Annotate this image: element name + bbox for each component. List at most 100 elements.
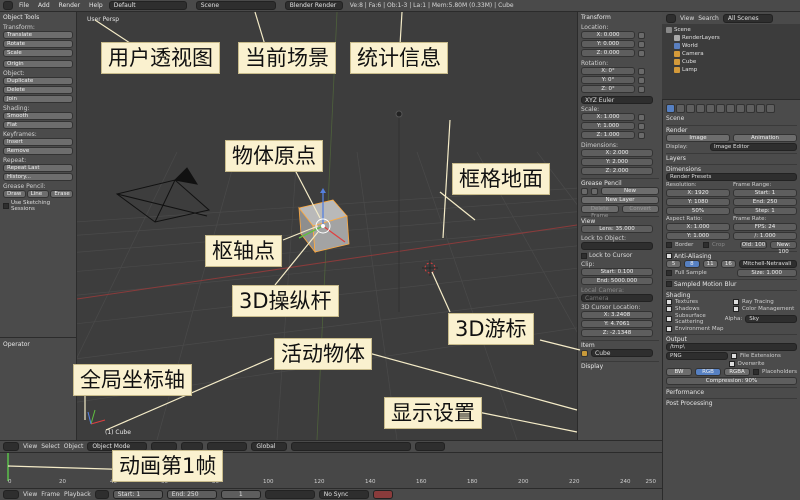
overwrite-checkbox[interactable] xyxy=(728,361,735,367)
remove-keyframe-button[interactable]: Remove xyxy=(3,147,73,155)
render-image-button[interactable]: Image xyxy=(666,134,730,142)
clip-start-field[interactable]: Start: 0.100 xyxy=(581,268,653,276)
pencil-icon[interactable] xyxy=(581,187,588,195)
scale-y-field[interactable]: Y: 1.000 xyxy=(581,122,635,130)
physics-tab-icon[interactable] xyxy=(766,103,775,113)
lock-cursor-checkbox[interactable] xyxy=(581,252,587,259)
time-old-field[interactable]: Old: 100 xyxy=(740,241,767,249)
frame-start-field[interactable]: Start: 1 xyxy=(733,189,797,197)
full-sample-checkbox[interactable] xyxy=(666,270,672,276)
dimension-y-field[interactable]: Y: 2.000 xyxy=(581,158,653,166)
outliner-item-lamp[interactable]: Lamp xyxy=(666,66,796,74)
dimensions-header[interactable]: Dimensions xyxy=(666,164,797,173)
lock-icon[interactable] xyxy=(638,132,645,139)
outliner-item-cube[interactable]: Cube xyxy=(666,58,796,66)
shading-header[interactable]: Shading xyxy=(666,290,797,299)
aspect-x-field[interactable]: X: 1.000 xyxy=(666,223,730,231)
cursor-x-field[interactable]: X: 3.2408 xyxy=(581,311,653,319)
outliner-search-menu[interactable]: Search xyxy=(698,15,719,22)
erase-button[interactable]: Erase xyxy=(50,190,74,198)
ray-tracing-checkbox[interactable] xyxy=(733,299,739,305)
screen-layout-select[interactable]: Default xyxy=(108,1,187,10)
rotation-mode-select[interactable]: XYZ Euler xyxy=(581,96,653,104)
timeline-menu-playback[interactable]: Playback xyxy=(64,491,91,498)
border-checkbox[interactable] xyxy=(666,242,672,248)
alpha-select[interactable]: Sky xyxy=(745,315,797,323)
outliner-editor-button[interactable] xyxy=(666,13,676,23)
dimension-z-field[interactable]: Z: 2.000 xyxy=(581,167,653,175)
location-x-field[interactable]: X: 0.000 xyxy=(581,31,635,39)
snap-toggle[interactable] xyxy=(415,442,446,451)
outliner-item-camera[interactable]: Camera xyxy=(666,50,796,58)
start-frame-field[interactable]: Start: 1 xyxy=(112,490,163,499)
dimension-x-field[interactable]: X: 2.000 xyxy=(581,149,653,157)
end-frame-field[interactable]: End: 250 xyxy=(166,490,217,499)
placeholders-checkbox[interactable] xyxy=(753,369,759,375)
lock-icon[interactable] xyxy=(638,50,645,57)
scene-select[interactable]: Scene xyxy=(195,1,276,10)
render-header[interactable]: Render xyxy=(666,125,797,134)
performance-header[interactable]: Performance xyxy=(666,387,797,396)
location-z-field[interactable]: Z: 0.000 xyxy=(581,49,635,57)
viewport-menu-object[interactable]: Object xyxy=(64,443,84,450)
rotation-y-field[interactable]: Y: 0° xyxy=(581,76,635,84)
fps-base-field[interactable]: /: 1.000 xyxy=(733,232,797,240)
repeat-last-button[interactable]: Repeat Last xyxy=(3,164,73,172)
outliner-item-scene[interactable]: Scene xyxy=(666,26,796,34)
menu-add[interactable]: Add xyxy=(35,2,53,9)
aspect-y-field[interactable]: Y: 1.000 xyxy=(666,232,730,240)
duplicate-button[interactable]: Duplicate xyxy=(3,77,73,85)
delete-frame-button[interactable]: Delete Frame xyxy=(581,205,619,219)
sync-select[interactable]: No Sync xyxy=(318,490,369,499)
lock-icon[interactable] xyxy=(638,32,645,39)
fps-field[interactable]: FPS: 24 xyxy=(733,223,797,231)
color-management-checkbox[interactable] xyxy=(733,306,739,312)
bw-button[interactable]: BW xyxy=(666,368,692,376)
rotate-button[interactable]: Rotate xyxy=(3,40,73,48)
location-y-field[interactable]: Y: 0.000 xyxy=(581,40,635,48)
scale-button[interactable]: Scale xyxy=(3,49,73,57)
res-y-field[interactable]: Y: 1080 xyxy=(666,198,730,206)
clip-end-field[interactable]: End: 5000.000 xyxy=(581,277,653,285)
lock-icon[interactable] xyxy=(638,41,645,48)
frame-end-field[interactable]: End: 250 xyxy=(733,198,797,206)
scale-x-field[interactable]: X: 1.000 xyxy=(581,113,635,121)
anti-aliasing-checkbox[interactable] xyxy=(666,253,672,259)
menu-file[interactable]: File xyxy=(16,2,32,9)
material-tab-icon[interactable] xyxy=(736,103,745,113)
rgb-button[interactable]: RGB xyxy=(695,368,721,376)
grease-new-button[interactable]: New xyxy=(601,187,659,195)
x-icon[interactable] xyxy=(591,187,598,195)
data-tab-icon[interactable] xyxy=(726,103,735,113)
lock-icon[interactable] xyxy=(638,123,645,130)
outliner-view-menu[interactable]: View xyxy=(680,15,694,22)
res-percent-field[interactable]: 50% xyxy=(666,207,730,215)
new-layer-button[interactable]: New Layer xyxy=(581,196,659,204)
file-extensions-checkbox[interactable] xyxy=(731,353,737,359)
sketching-checkbox[interactable] xyxy=(3,203,9,209)
rotation-x-field[interactable]: X: 0° xyxy=(581,67,635,75)
item-name-field[interactable]: Cube xyxy=(591,349,653,357)
current-frame-field[interactable]: 1 xyxy=(220,490,261,499)
constraints-tab-icon[interactable] xyxy=(706,103,715,113)
aa-11-button[interactable]: 11 xyxy=(702,260,718,268)
insert-keyframe-button[interactable]: Insert xyxy=(3,138,73,146)
range-toggle[interactable] xyxy=(94,490,109,499)
render-presets-select[interactable]: Render Presets xyxy=(666,173,797,181)
record-button[interactable] xyxy=(372,490,393,499)
post-processing-header[interactable]: Post Processing xyxy=(666,398,797,407)
display-header[interactable]: Display xyxy=(581,361,659,370)
grease-pencil-header[interactable]: Grease Pencil xyxy=(581,178,659,187)
local-camera-field[interactable]: Camera xyxy=(581,294,653,302)
motion-blur-checkbox[interactable] xyxy=(666,281,672,287)
object-tab-icon[interactable] xyxy=(696,103,705,113)
orientation-select[interactable]: Global xyxy=(251,442,288,451)
lock-icon[interactable] xyxy=(638,114,645,121)
aa-size-field[interactable]: Size: 1.000 xyxy=(736,269,797,277)
motion-blur-header[interactable]: Sampled Motion Blur xyxy=(674,280,737,289)
render-engine-select[interactable]: Blender Render xyxy=(284,1,343,10)
aa-filter-select[interactable]: Mitchell-Netravali xyxy=(739,260,797,268)
lamp-icon[interactable] xyxy=(395,110,403,118)
rotation-z-field[interactable]: Z: 0° xyxy=(581,85,635,93)
lock-object-field[interactable] xyxy=(581,242,653,250)
